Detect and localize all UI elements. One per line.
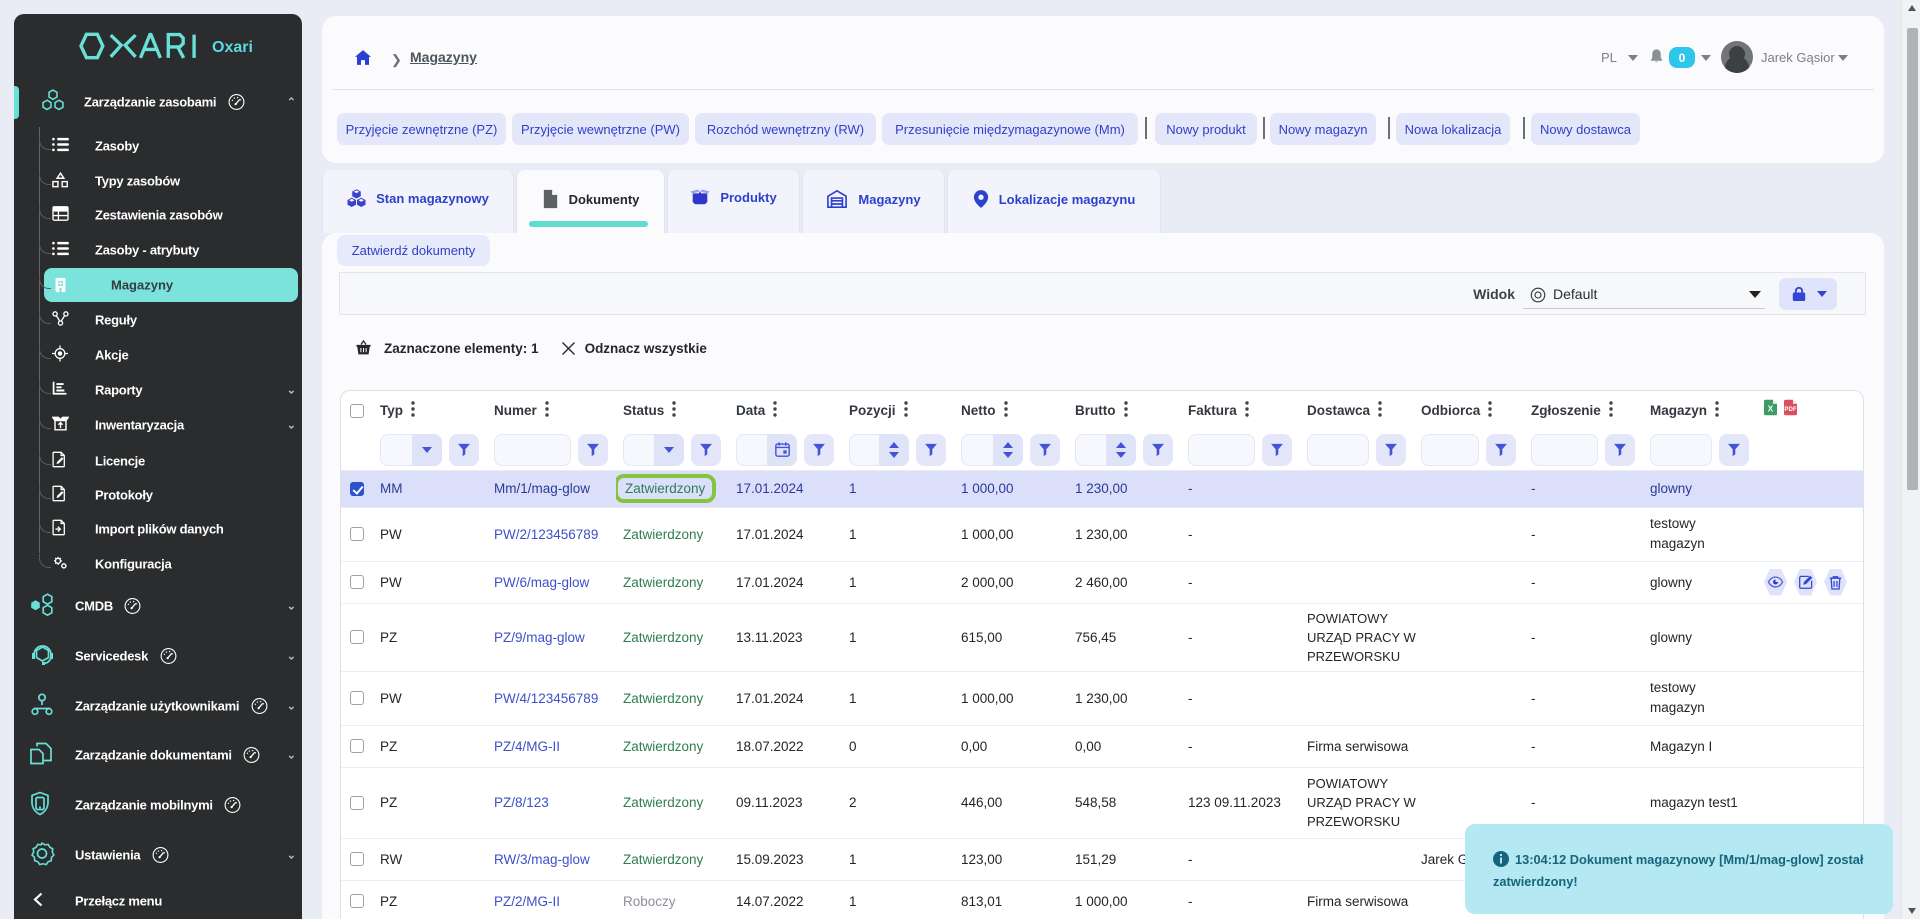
svg-text:X: X [1768, 405, 1774, 414]
svg-text:PDF: PDF [1784, 406, 1796, 413]
